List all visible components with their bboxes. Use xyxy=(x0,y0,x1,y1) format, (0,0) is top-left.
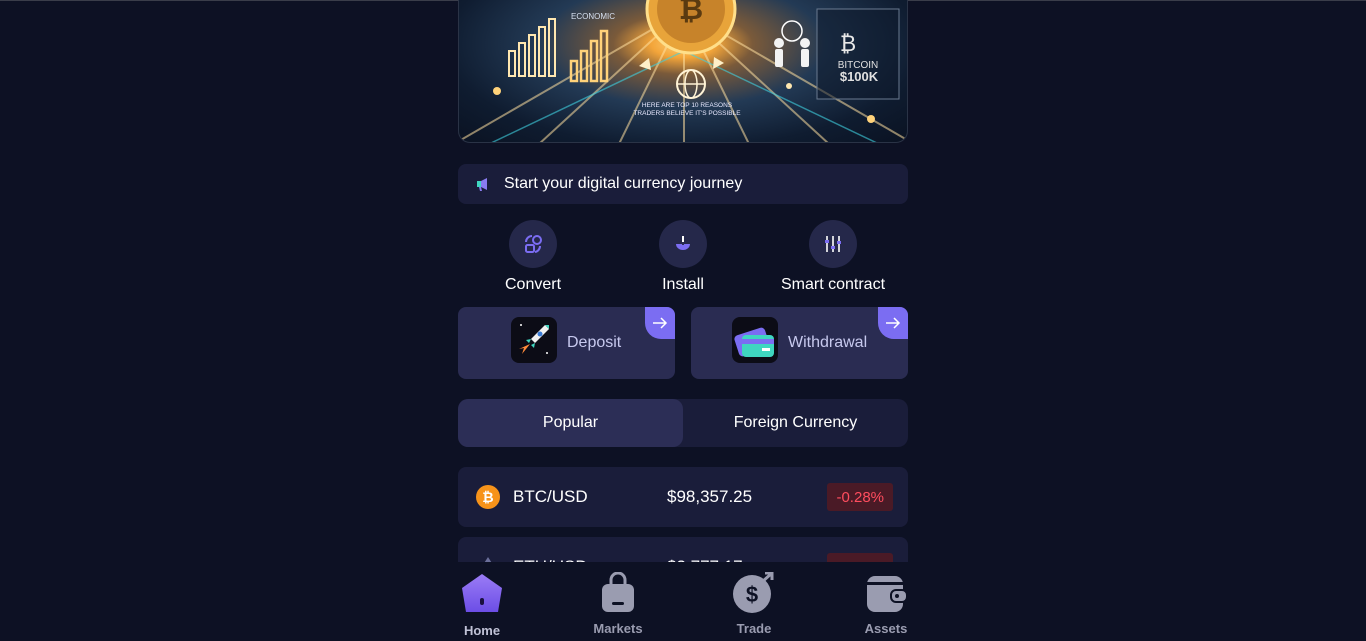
home-icon xyxy=(462,574,502,612)
install-icon-wrap xyxy=(659,220,707,268)
mobile-app-container: ₿ ₿ BITCOIN $100K ECONOMIC HERE ARE TOP … xyxy=(458,0,908,641)
deposit-arrow-icon xyxy=(645,307,675,339)
deposit-card[interactable]: Deposit xyxy=(458,307,675,379)
nav-markets[interactable]: Markets xyxy=(578,571,658,636)
nav-trade[interactable]: $ Trade xyxy=(714,571,794,636)
smart-contract-label: Smart contract xyxy=(780,276,886,293)
tab-popular[interactable]: Popular xyxy=(458,399,683,447)
bottom-navigation: Home Markets $ Trade Assets xyxy=(458,562,908,641)
svg-text:$: $ xyxy=(746,582,758,607)
sliders-icon-wrap xyxy=(809,220,857,268)
withdrawal-label: Withdrawal xyxy=(788,334,868,351)
svg-text:TRADERS BELIEVE IT'S POSSIBLE: TRADERS BELIEVE IT'S POSSIBLE xyxy=(633,110,741,117)
convert-action[interactable]: Convert xyxy=(458,220,608,294)
hero-banner[interactable]: ₿ ₿ BITCOIN $100K ECONOMIC HERE ARE TOP … xyxy=(458,0,908,143)
market-tabs: Popular Foreign Currency xyxy=(458,399,908,447)
quick-actions: Convert Install Smart contract xyxy=(458,220,908,293)
install-label: Install xyxy=(662,276,704,293)
trade-dollar-icon: $ xyxy=(733,571,774,613)
announcement-bar[interactable]: Start your digital currency journey xyxy=(458,164,908,204)
rocket-icon xyxy=(511,317,557,363)
tab-foreign-currency[interactable]: Foreign Currency xyxy=(683,399,908,447)
nav-trade-label: Trade xyxy=(736,621,772,636)
svg-text:₿: ₿ xyxy=(482,489,493,505)
market-row-btc[interactable]: ₿ BTC/USD $98,357.25 -0.28% xyxy=(458,467,908,527)
smart-contract-action[interactable]: Smart contract xyxy=(758,220,908,294)
nav-assets[interactable]: Assets xyxy=(846,572,926,636)
nav-markets-label: Markets xyxy=(593,621,643,636)
svg-text:ECONOMIC: ECONOMIC xyxy=(571,12,615,21)
deposit-label: Deposit xyxy=(567,334,622,351)
convert-icon xyxy=(525,235,542,253)
sliders-icon xyxy=(825,236,841,252)
nav-assets-label: Assets xyxy=(864,621,908,636)
pair-name: BTC/USD xyxy=(513,487,588,506)
svg-text:₿: ₿ xyxy=(679,0,703,26)
svg-text:₿: ₿ xyxy=(840,31,856,56)
announcement-text: Start your digital currency journey xyxy=(504,175,743,192)
wallet-icon xyxy=(867,576,908,612)
nav-home-label: Home xyxy=(463,623,501,638)
convert-label: Convert xyxy=(504,276,562,293)
svg-text:HERE ARE TOP 10 REASONS: HERE ARE TOP 10 REASONS xyxy=(642,102,733,109)
withdrawal-arrow-icon xyxy=(878,307,908,339)
convert-icon-wrap xyxy=(509,220,557,268)
nav-home[interactable]: Home xyxy=(442,572,522,638)
bitcoin-icon: ₿ xyxy=(476,485,500,509)
cards-icon xyxy=(732,317,778,363)
install-icon xyxy=(676,236,690,250)
pair-price: $98,357.25 xyxy=(667,487,753,506)
megaphone-icon xyxy=(477,178,487,191)
hero-illustration: ₿ ₿ BITCOIN $100K ECONOMIC HERE ARE TOP … xyxy=(459,0,907,142)
bag-icon xyxy=(602,571,634,612)
svg-text:$100K: $100K xyxy=(840,69,879,84)
change-badge: -0.28% xyxy=(827,483,893,511)
install-action[interactable]: Install xyxy=(608,220,758,294)
withdrawal-card[interactable]: Withdrawal xyxy=(691,307,908,379)
